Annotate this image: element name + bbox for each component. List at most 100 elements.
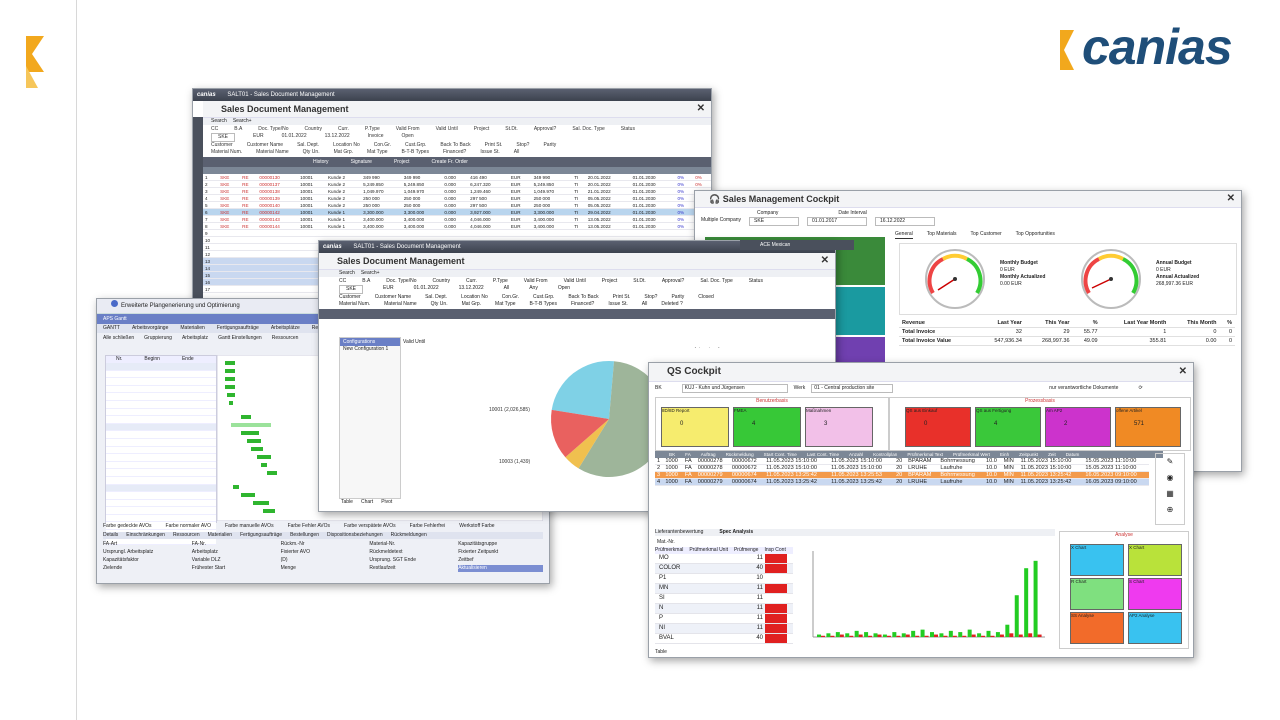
gantt-tab-0[interactable]: GANTT (103, 325, 120, 332)
gantt-tab-3[interactable]: Fertigungsaufträge (217, 325, 259, 332)
tab-search[interactable]: Search (211, 118, 227, 125)
spec-row[interactable]: P 11 (655, 614, 793, 624)
date-to-input[interactable]: 16.12.2022 (875, 217, 936, 226)
gantt-tab-1[interactable]: Arbeitsvorgänge (132, 325, 168, 332)
bar-series0-10[interactable] (911, 630, 916, 637)
bar-series0-19[interactable] (995, 632, 1000, 637)
bar-series1-2[interactable] (839, 634, 844, 637)
date-from-input[interactable]: 01.01.2017 (807, 217, 868, 226)
table-row[interactable]: 6 SKE RE 00000142 10001 Kunde 1 3,300.000 3,300… (203, 208, 711, 216)
table-row[interactable]: 5 SKE RE 00000140 10001 Kunde 2 250 000 250 000… (203, 201, 711, 209)
spec-row[interactable]: BVAL 40 (655, 634, 793, 644)
detail-tab-3[interactable]: Materialien (208, 532, 232, 539)
task-row[interactable] (106, 393, 216, 401)
bar-series1-8[interactable] (896, 635, 901, 637)
task-row[interactable] (106, 484, 216, 493)
gantt-bar[interactable] (229, 401, 233, 405)
bar-series1-3[interactable] (849, 635, 854, 637)
gantt-bar[interactable] (225, 385, 235, 389)
gantt-bar[interactable] (227, 393, 235, 397)
view-icon[interactable]: ◉ (1156, 470, 1184, 486)
bar-series1-4[interactable] (858, 634, 863, 637)
status-open[interactable]: Open (558, 285, 570, 294)
task-row[interactable] (106, 507, 216, 515)
bar-series1-5[interactable] (868, 635, 873, 637)
spec-row[interactable]: COLOR 40 (655, 564, 793, 574)
approval-select[interactable]: All (504, 285, 510, 294)
table-row[interactable]: 9 (203, 229, 711, 237)
bar-series1-15[interactable] (962, 635, 967, 637)
bar-series1-11[interactable] (924, 635, 929, 637)
task-row[interactable] (106, 431, 216, 439)
table-row[interactable]: 8 SKE RE 00000144 10001 Kunde 1 3,400.000 3,400… (203, 222, 711, 230)
bar-series0-9[interactable] (901, 633, 906, 637)
cc-input[interactable]: SKE (211, 133, 236, 142)
window-tab[interactable]: SALT01 - Sales Document Management (227, 92, 334, 98)
tab-table[interactable]: Table (341, 499, 353, 506)
bar-series1-18[interactable] (990, 635, 995, 637)
detail-tab-5[interactable]: Bestellungen (290, 532, 319, 539)
grid-icon[interactable]: ▦ (1156, 486, 1184, 502)
refresh-icon[interactable]: ⟳ (1138, 385, 1142, 392)
valid-until-input[interactable]: 13.12.2022 (325, 133, 350, 142)
bar-series1-16[interactable] (971, 634, 976, 637)
spec-row[interactable]: NI 11 (655, 624, 793, 634)
task-row[interactable] (106, 370, 216, 379)
pie-slice-10000[interactable] (551, 361, 615, 419)
bar-series0-11[interactable] (920, 629, 925, 637)
tab-spec-analysis[interactable]: Spec Analysis (719, 529, 753, 536)
bar-series1-20[interactable] (1009, 633, 1014, 637)
gantt-bar[interactable] (261, 463, 267, 467)
detail-tab-4[interactable]: Fertigungsaufträge (240, 532, 282, 539)
bar-series0-3[interactable] (845, 633, 850, 637)
close-icon[interactable]: ✕ (821, 253, 829, 269)
task-row[interactable] (106, 514, 216, 523)
analyse-tile[interactable]: X Chart (1070, 544, 1124, 576)
table-row[interactable]: 3 1000 FA 00000279 00000674 11.05.2023 13:25:… (655, 471, 1149, 479)
bar-series0-21[interactable] (1014, 595, 1019, 637)
task-row[interactable] (106, 438, 216, 447)
spec-row[interactable]: SI 11 (655, 594, 793, 604)
valid-from-input[interactable]: 01.01.2022 (414, 285, 439, 294)
bar-series0-8[interactable] (892, 632, 897, 637)
gantt-bar[interactable] (267, 471, 277, 475)
bar-series0-14[interactable] (948, 630, 953, 637)
bar-series1-17[interactable] (981, 635, 986, 637)
table-row[interactable]: 4 1000 FA 00000279 00000674 11.05.2023 13:25:… (655, 478, 1149, 486)
task-row[interactable] (106, 408, 216, 417)
toolbar-button-1[interactable]: Signature (351, 157, 372, 167)
task-row[interactable] (106, 461, 216, 470)
werk-select[interactable]: 01 - Central production site (811, 384, 894, 393)
gantt-bar[interactable] (253, 501, 269, 505)
bar-series0-5[interactable] (864, 632, 869, 637)
tab-table[interactable]: Table (655, 649, 667, 656)
table-row[interactable]: 4 SKE RE 00000139 10001 Kunde 2 250 000 250 000… (203, 194, 711, 202)
user-tile[interactable]: Maßnahmen 3 (805, 407, 873, 447)
curr-input[interactable]: EUR (253, 133, 264, 142)
bar-series0-20[interactable] (1005, 624, 1010, 637)
bar-series1-1[interactable] (830, 635, 835, 637)
analyse-tile[interactable]: AP2 Analyse (1128, 612, 1182, 644)
analyse-tile[interactable]: R Chart (1070, 578, 1124, 610)
process-tile[interactable]: QS aus Einkauf 0 (905, 407, 971, 447)
gantt-bar[interactable] (225, 369, 235, 373)
bar-series0-23[interactable] (1033, 560, 1038, 637)
spec-row[interactable]: N 11 (655, 604, 793, 614)
analyse-tile[interactable]: SS Analyse (1070, 612, 1124, 644)
tab-top-materials[interactable]: Top Materials (927, 231, 957, 239)
bar-series1-21[interactable] (1018, 634, 1023, 637)
bar-series0-16[interactable] (967, 629, 972, 637)
task-row[interactable] (106, 385, 216, 394)
task-row[interactable] (106, 492, 216, 500)
spec-row[interactable]: MN 11 (655, 584, 793, 594)
close-icon[interactable]: ✕ (1227, 191, 1235, 207)
task-row[interactable] (106, 469, 216, 477)
gantt-bar[interactable] (225, 377, 235, 381)
task-row[interactable] (106, 400, 216, 409)
task-row[interactable] (106, 476, 216, 485)
tab-chart[interactable]: Chart (361, 499, 373, 506)
bar-series0-22[interactable] (1024, 568, 1029, 637)
bar-series1-13[interactable] (943, 635, 948, 637)
gantt-bar[interactable] (241, 431, 259, 435)
gantt-bar[interactable] (247, 439, 261, 443)
